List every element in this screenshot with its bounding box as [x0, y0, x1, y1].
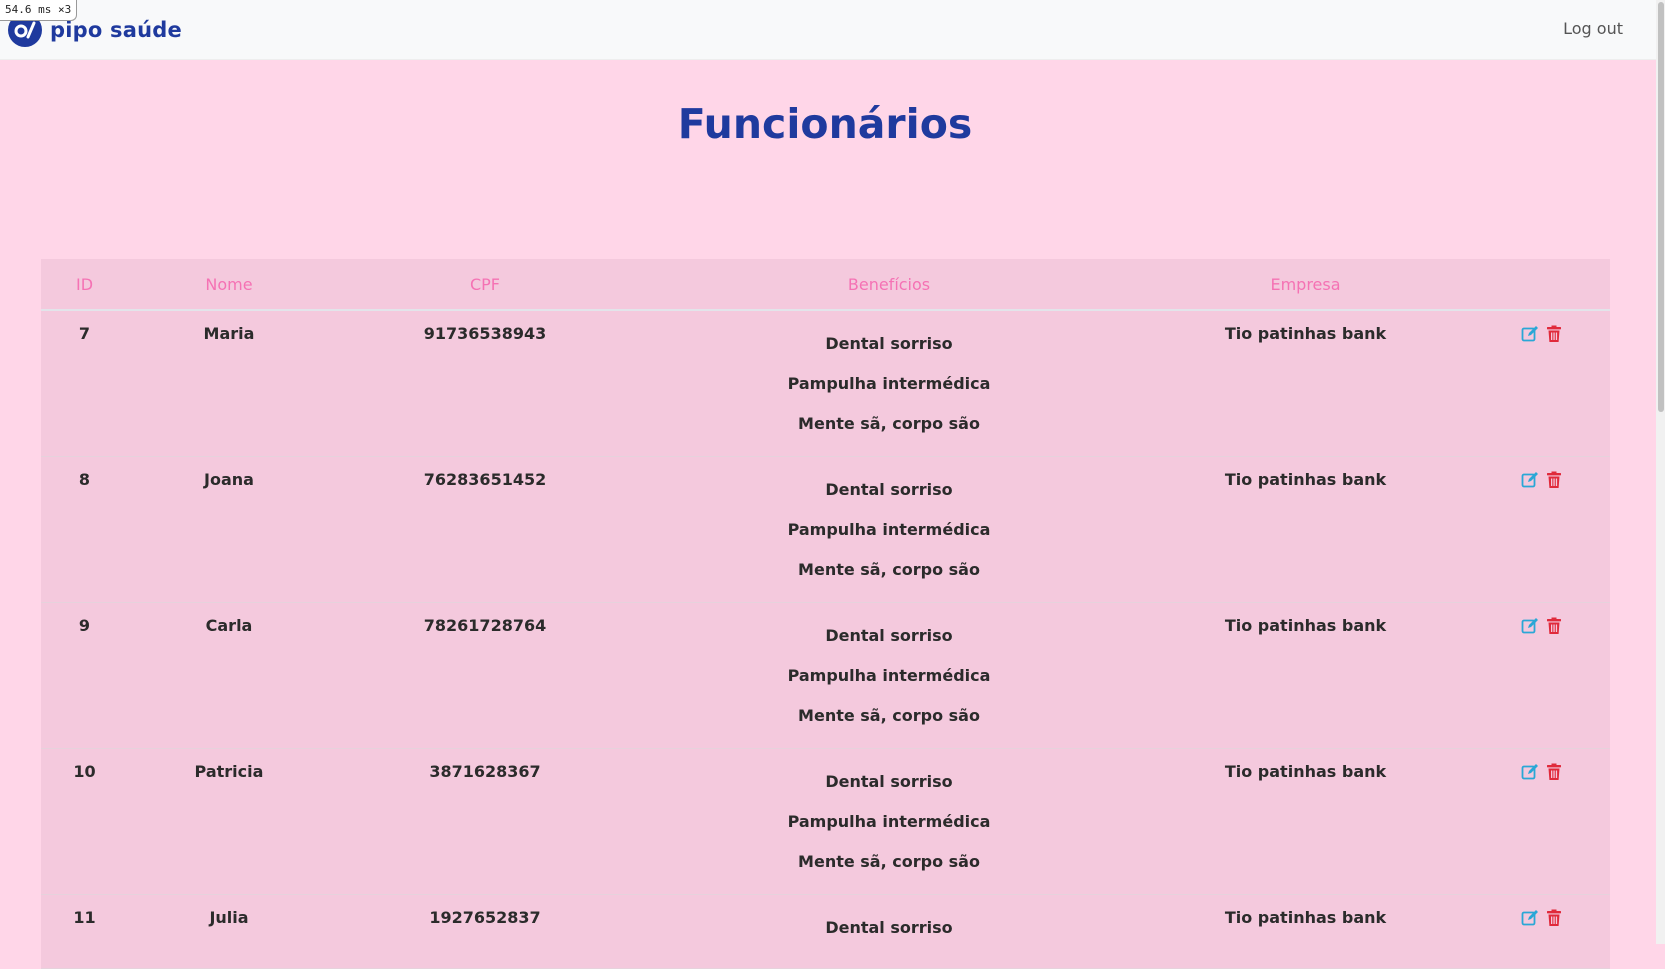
benefit-item: Pampulha intermédica [787, 374, 991, 393]
table-header-row: ID Nome CPF Benefícios Empresa [41, 259, 1610, 311]
column-header-id: ID [41, 259, 128, 311]
column-header-nome: Nome [128, 259, 330, 311]
benefit-item: Mente sã, corpo são [798, 414, 980, 433]
page-title: Funcionários [677, 100, 973, 148]
benefit-item: Mente sã, corpo são [798, 852, 980, 871]
cell-cpf: 91736538943 [330, 310, 640, 457]
cell-nome: Joana [128, 456, 330, 603]
table-row: 9 Carla 78261728764 Dental sorriso Pampulha … [41, 602, 1610, 749]
cell-nome: Julia [128, 894, 330, 969]
table-row: 11 Julia 1927652837 Dental sorriso Tio patin… [41, 894, 1610, 969]
table-row: 8 Joana 76283651452 Dental sorriso Pampulha … [41, 456, 1610, 603]
cell-actions [1473, 602, 1610, 749]
benefit-item: Dental sorriso [825, 626, 953, 645]
navbar: pipo saúde Log out [0, 0, 1665, 60]
column-header-cpf: CPF [330, 259, 640, 311]
cell-beneficios: Dental sorriso Pampulha intermédica Mente … [640, 456, 1138, 603]
cell-empresa: Tio patinhas bank [1138, 748, 1473, 895]
cell-nome: Carla [128, 602, 330, 749]
scrollbar-thumb[interactable] [1658, 2, 1664, 412]
cell-empresa: Tio patinhas bank [1138, 310, 1473, 457]
column-header-beneficios: Benefícios [640, 259, 1138, 311]
benefit-item: Dental sorriso [825, 334, 953, 353]
benefit-item: Mente sã, corpo são [798, 560, 980, 579]
cell-nome: Maria [128, 310, 330, 457]
cell-empresa: Tio patinhas bank [1138, 602, 1473, 749]
cell-beneficios: Dental sorriso Pampulha intermédica Mente … [640, 602, 1138, 749]
trash-icon[interactable] [1545, 325, 1563, 343]
edit-icon[interactable] [1521, 471, 1539, 489]
edit-icon[interactable] [1521, 325, 1539, 343]
table-row: 10 Patricia 3871628367 Dental sorriso Pampul… [41, 748, 1610, 895]
benefit-item: Dental sorriso [825, 918, 953, 937]
column-header-actions [1473, 259, 1610, 311]
employees-table: ID Nome CPF Benefícios Empresa 7 Maria 917… [41, 259, 1610, 969]
cell-actions [1473, 748, 1610, 895]
perf-overlay: 54.6 ms ×3 [0, 0, 78, 21]
cell-beneficios: Dental sorriso [640, 894, 1138, 969]
trash-icon[interactable] [1545, 909, 1563, 927]
edit-icon[interactable] [1521, 617, 1539, 635]
cell-nome: Patricia [128, 748, 330, 895]
cell-beneficios: Dental sorriso Pampulha intermédica Mente … [640, 310, 1138, 457]
benefit-item: Dental sorriso [825, 772, 953, 791]
benefit-item: Pampulha intermédica [787, 666, 991, 685]
benefit-item: Dental sorriso [825, 480, 953, 499]
edit-icon[interactable] [1521, 763, 1539, 781]
benefit-item: Mente sã, corpo são [798, 706, 980, 725]
logout-link[interactable]: Log out [1563, 19, 1623, 38]
edit-icon[interactable] [1521, 909, 1539, 927]
cell-cpf: 76283651452 [330, 456, 640, 603]
cell-actions [1473, 894, 1610, 969]
cell-cpf: 78261728764 [330, 602, 640, 749]
trash-icon[interactable] [1545, 471, 1563, 489]
cell-id: 11 [41, 894, 128, 969]
cell-empresa: Tio patinhas bank [1138, 456, 1473, 603]
trash-icon[interactable] [1545, 617, 1563, 635]
cell-cpf: 3871628367 [330, 748, 640, 895]
scrollbar[interactable] [1656, 0, 1665, 944]
table-row: 7 Maria 91736538943 Dental sorriso Pampulha … [41, 310, 1610, 457]
column-header-empresa: Empresa [1138, 259, 1473, 311]
brand-name: pipo saúde [50, 18, 182, 42]
cell-id: 10 [41, 748, 128, 895]
benefit-item: Pampulha intermédica [787, 520, 991, 539]
benefit-item: Pampulha intermédica [787, 812, 991, 831]
cell-id: 7 [41, 310, 128, 457]
cell-actions [1473, 456, 1610, 603]
cell-id: 8 [41, 456, 128, 603]
cell-beneficios: Dental sorriso Pampulha intermédica Mente … [640, 748, 1138, 895]
cell-empresa: Tio patinhas bank [1138, 894, 1473, 969]
cell-actions [1473, 310, 1610, 457]
trash-icon[interactable] [1545, 763, 1563, 781]
cell-id: 9 [41, 602, 128, 749]
cell-cpf: 1927652837 [330, 894, 640, 969]
